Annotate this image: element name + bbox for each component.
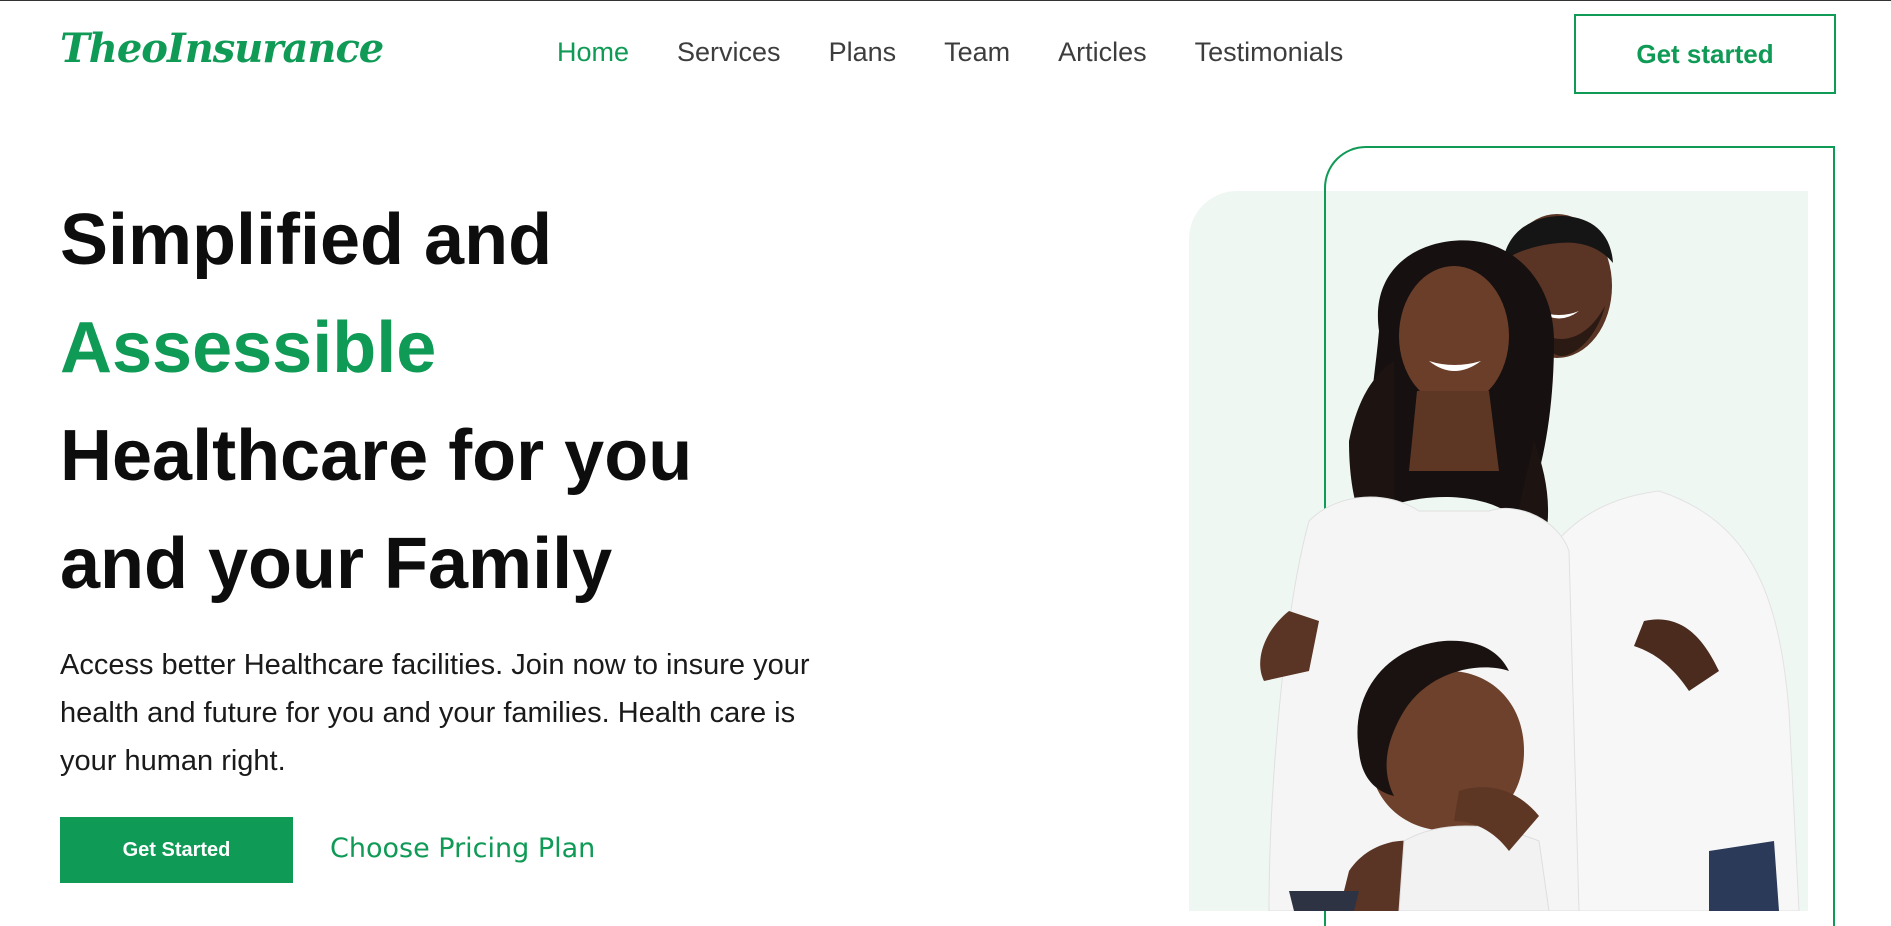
get-started-button[interactable]: Get Started (60, 817, 293, 883)
hero-title-accent: Assessible (60, 308, 437, 388)
choose-pricing-plan-link[interactable]: Choose Pricing Plan (330, 833, 595, 864)
nav-home[interactable]: Home (557, 37, 629, 68)
main-nav: Home Services Plans Team Articles Testim… (557, 37, 1343, 68)
nav-testimonials[interactable]: Testimonials (1195, 37, 1344, 68)
hero-title-line1: Simplified and (60, 200, 553, 280)
hero-title-rest: Healthcare for you and your Family (60, 416, 693, 604)
hero-description: Access better Healthcare facilities. Joi… (60, 649, 810, 777)
nav-team[interactable]: Team (944, 37, 1010, 68)
hero-title: Simplified and Assessible Healthcare for … (60, 186, 820, 618)
get-started-header-button[interactable]: Get started (1574, 14, 1836, 94)
nav-plans[interactable]: Plans (829, 37, 897, 68)
site-header: TheoInsurance Home Services Plans Team A… (0, 1, 1891, 106)
family-photo (1189, 191, 1808, 911)
family-illustration (1260, 214, 1800, 911)
nav-articles[interactable]: Articles (1058, 37, 1147, 68)
site-logo[interactable]: TheoInsurance (60, 25, 384, 72)
nav-services[interactable]: Services (677, 37, 781, 68)
